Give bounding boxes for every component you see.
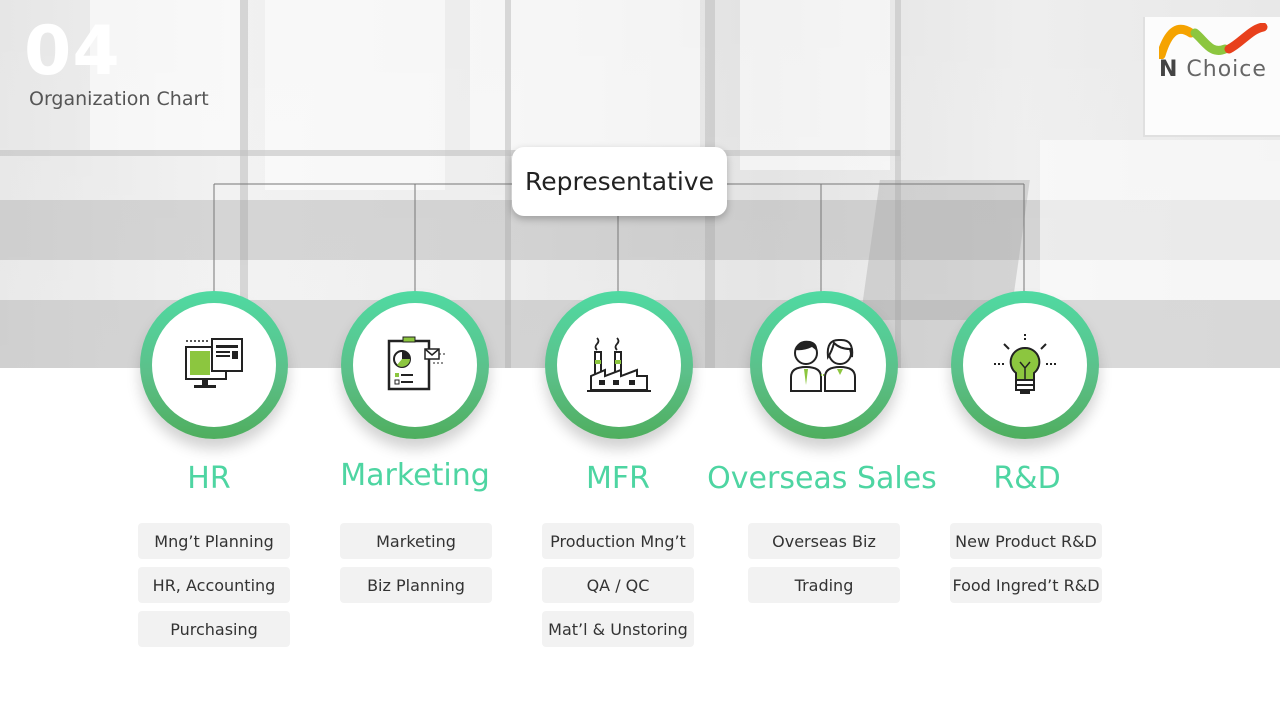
presentation-board-icon	[387, 336, 446, 391]
unit-box: Biz Planning	[340, 567, 492, 603]
dept-node-hr	[140, 291, 288, 439]
lightbulb-icon	[994, 334, 1056, 394]
dept-node-rnd	[951, 291, 1099, 439]
unit-box: Food Ingred’t R&D	[950, 567, 1102, 603]
unit-box: Mat’l & Unstoring	[542, 611, 694, 647]
computer-monitor-icon	[185, 338, 243, 388]
unit-box: HR, Accounting	[138, 567, 290, 603]
unit-box: Overseas Biz	[748, 523, 900, 559]
unit-box: Purchasing	[138, 611, 290, 647]
dept-node-marketing	[341, 291, 489, 439]
dept-node-overseas-sales	[750, 291, 898, 439]
dept-name-overseas-sales: Overseas Sales	[707, 461, 937, 496]
dept-node-mfr	[545, 291, 693, 439]
unit-box: Mng’t Planning	[138, 523, 290, 559]
representative-node: Representative	[512, 147, 727, 216]
factory-icon	[587, 337, 651, 392]
business-people-icon	[790, 338, 856, 392]
unit-box: Marketing	[340, 523, 492, 559]
unit-box: New Product R&D	[950, 523, 1102, 559]
dept-name-hr: HR	[187, 461, 231, 496]
dept-name-marketing: Marketing	[340, 458, 490, 493]
unit-box: QA / QC	[542, 567, 694, 603]
unit-box: Production Mng’t	[542, 523, 694, 559]
dept-name-mfr: MFR	[586, 461, 650, 496]
dept-name-rnd: R&D	[993, 461, 1061, 496]
unit-box: Trading	[748, 567, 900, 603]
